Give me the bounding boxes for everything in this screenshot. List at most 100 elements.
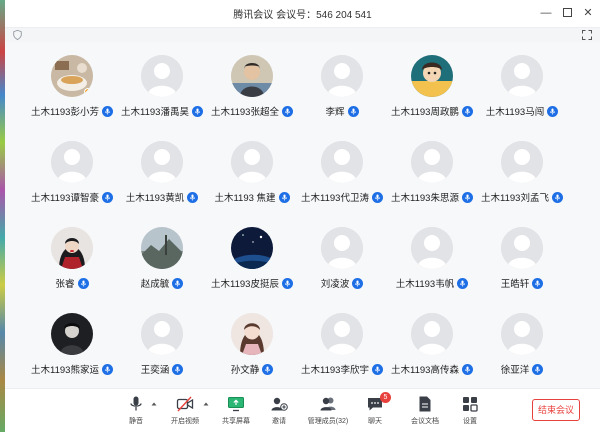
participant-tile[interactable]: 土木1193张超全	[207, 52, 297, 138]
participant-tile[interactable]: 王奕涵	[117, 310, 207, 396]
participant-grid: 土木1193彭小芳 土木1193潘禹昊 土木1193张超全 李辉 土木1193周政鹏 土木…	[27, 52, 587, 382]
participant-tile[interactable]: 张睿	[27, 224, 117, 310]
invite-label: 邀请	[272, 418, 286, 425]
manage-members-button[interactable]: 管理成员(32)	[304, 395, 352, 426]
participant-tile[interactable]: 土木1193潘禹昊	[117, 52, 207, 138]
participant-tile[interactable]: 土木1193刘孟飞	[477, 138, 567, 224]
participant-name: 土木1193 焦建	[214, 193, 276, 204]
participant-name-row: 土木1193李欣宇	[301, 362, 383, 376]
microphone-icon	[101, 105, 113, 117]
participant-name-row: 土木1193皮挺辰	[211, 276, 293, 290]
chevron-up-icon[interactable]	[151, 401, 157, 407]
document-icon	[419, 396, 431, 412]
participant-name: 刘凌波	[320, 279, 350, 290]
participant-name: 土木1193代卫涛	[301, 193, 369, 204]
participant-tile[interactable]: 土木1193高传森	[387, 310, 477, 396]
participant-tile[interactable]: 土木1193皮挺辰	[207, 224, 297, 310]
microphone-icon	[172, 363, 184, 375]
participant-tile[interactable]: 王皓轩	[477, 224, 567, 310]
maximize-icon[interactable]	[561, 6, 573, 20]
participant-tile[interactable]: 土木1193代卫涛	[297, 138, 387, 224]
microphone-icon	[551, 191, 563, 203]
avatar	[501, 227, 543, 269]
participant-name: 土木1193高传森	[391, 365, 459, 376]
participant-tile[interactable]: 李辉	[297, 52, 387, 138]
participant-name-row: 徐亚洋	[501, 362, 544, 376]
settings-button[interactable]: 设置	[448, 395, 492, 426]
end-meeting-button[interactable]: 结束会议	[532, 399, 580, 421]
microphone-icon	[281, 277, 293, 289]
camera-off-icon	[176, 396, 194, 412]
invite-button[interactable]: 邀请	[257, 395, 301, 426]
participant-name: 土木1193李欣宇	[301, 365, 369, 376]
avatar	[231, 313, 273, 355]
members-icon	[320, 397, 336, 411]
participant-name: 孙文静	[230, 365, 260, 376]
shield-icon[interactable]	[13, 30, 22, 40]
members-label: 管理成员(32)	[307, 418, 349, 425]
chat-button[interactable]: 5 聊天	[353, 392, 397, 426]
meeting-toolbar: 静音 开启视频 共享屏幕 邀请 管理成员(32) 5 聊天 会议文档 设置 结束…	[5, 388, 600, 432]
participant-name: 土木1193潘禹昊	[121, 107, 189, 118]
avatar	[231, 141, 273, 183]
avatar	[321, 227, 363, 269]
participant-name: 土木1193张超全	[211, 107, 279, 118]
participant-name-row: 土木1193朱思源	[391, 190, 473, 204]
participant-name: 土木1193熊家运	[31, 365, 99, 376]
microphone-icon	[172, 277, 184, 289]
avatar	[51, 227, 93, 269]
chevron-up-icon[interactable]	[203, 401, 209, 407]
mute-button[interactable]: 静音	[114, 395, 158, 426]
participant-tile[interactable]: 徐亚洋	[477, 310, 567, 396]
participant-tile[interactable]: 土木1193李欣宇	[297, 310, 387, 396]
avatar	[51, 313, 93, 355]
participant-name: 土木1193韦帆	[395, 279, 455, 290]
microphone-icon	[371, 191, 383, 203]
chat-label: 聊天	[368, 418, 382, 425]
mute-label: 静音	[129, 418, 143, 425]
participant-tile[interactable]: 孙文静	[207, 310, 297, 396]
microphone-icon	[130, 396, 142, 411]
participant-tile[interactable]: 刘凌波	[297, 224, 387, 310]
microphone-icon	[461, 191, 473, 203]
share-screen-button[interactable]: 共享屏幕	[214, 395, 258, 426]
avatar	[321, 313, 363, 355]
minimize-icon[interactable]: —	[540, 6, 552, 20]
avatar	[411, 141, 453, 183]
participant-tile[interactable]: 土木1193朱思源	[387, 138, 477, 224]
participant-tile[interactable]: 土木1193韦帆	[387, 224, 477, 310]
participant-name-row: 孙文静	[231, 362, 274, 376]
participant-tile[interactable]: 土木1193谭智豪	[27, 138, 117, 224]
fullscreen-icon[interactable]	[582, 30, 592, 40]
close-icon[interactable]: ✕	[582, 6, 594, 20]
avatar	[141, 227, 183, 269]
avatar	[411, 55, 453, 97]
microphone-icon	[532, 277, 544, 289]
participant-name-row: 土木1193张超全	[211, 104, 293, 118]
avatar	[51, 141, 93, 183]
microphone-icon	[191, 105, 203, 117]
participant-name: 土木1193皮挺辰	[211, 279, 279, 290]
participant-name-row: 王皓轩	[501, 276, 544, 290]
avatar	[411, 313, 453, 355]
microphone-icon	[101, 363, 113, 375]
participant-tile[interactable]: 土木1193黄凯	[117, 138, 207, 224]
participant-name: 土木1193彭小芳	[31, 107, 99, 118]
host-badge-icon	[84, 88, 92, 96]
start-video-button[interactable]: 开启视频	[163, 395, 207, 426]
participant-tile[interactable]: 土木1193彭小芳	[27, 52, 117, 138]
participant-tile[interactable]: 土木1193 焦建	[207, 138, 297, 224]
participant-name-row: 李辉	[325, 104, 359, 118]
meeting-docs-button[interactable]: 会议文档	[403, 395, 447, 426]
avatar	[411, 227, 453, 269]
avatar	[231, 227, 273, 269]
participant-name-row: 土木1193熊家运	[31, 362, 113, 376]
participant-name-row: 土木1193 焦建	[214, 190, 290, 204]
avatar	[501, 55, 543, 97]
participant-tile[interactable]: 土木1193熊家运	[27, 310, 117, 396]
participant-tile[interactable]: 赵成毓	[117, 224, 207, 310]
microphone-icon	[547, 105, 559, 117]
participant-name: 王奕涵	[140, 365, 170, 376]
participant-tile[interactable]: 土木1193周政鹏	[387, 52, 477, 138]
participant-tile[interactable]: 土木1193马闯	[477, 52, 567, 138]
